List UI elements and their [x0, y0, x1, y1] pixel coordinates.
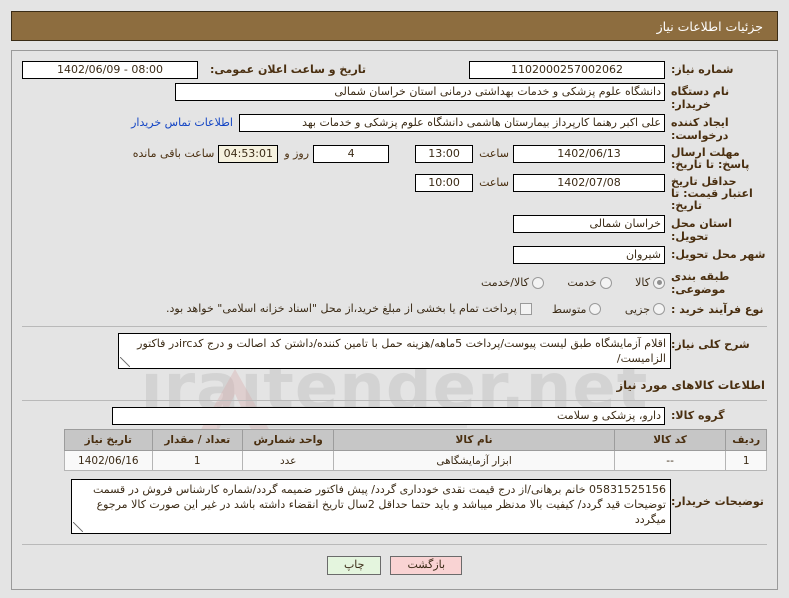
row-process-type: نوع فرآیند خرید : جزیی متوسط پرداخت تمام…	[22, 299, 767, 318]
row-buyer-notes: توضیحات خریدار: 05831525156 خانم برهانی/…	[22, 479, 767, 534]
category-radio-khedmat[interactable]	[599, 276, 612, 289]
city-label: شهر محل تحویل:	[671, 248, 766, 261]
buyer-org-label: نام دستگاه خریدار:	[671, 85, 730, 111]
category-label: طبقه بندی موضوعی:	[671, 270, 730, 296]
buyer-org-field[interactable]: دانشگاه علوم پزشکی و خدمات بهداشتی درمان…	[175, 83, 665, 101]
process-label-jozi: جزیی	[624, 302, 650, 316]
category-label-kala: کالا	[635, 276, 650, 290]
col-name: نام کالا	[333, 429, 615, 451]
process-label-motevaset: متوسط	[551, 302, 587, 316]
goods-group-label: گروه کالا:	[671, 409, 725, 422]
remaining-days-field: 4	[313, 145, 390, 163]
divider-2	[22, 400, 767, 401]
goods-table: ردیف کد کالا نام کالا واحد شمارش تعداد /…	[64, 429, 767, 471]
cell-index: 1	[725, 450, 767, 471]
resize-grip-icon[interactable]	[120, 357, 130, 367]
announce-datetime-field[interactable]: 08:00 - 1402/06/09	[22, 61, 198, 79]
price-validity-hour-field[interactable]: 10:00	[415, 174, 474, 192]
process-label: نوع فرآیند خرید :	[671, 303, 764, 316]
col-unit: واحد شمارش	[241, 429, 335, 451]
footer-actions: بازگشت چاپ	[12, 556, 777, 575]
back-button[interactable]: بازگشت	[390, 556, 463, 575]
remaining-time-field: 04:53:01	[218, 145, 279, 163]
buyer-notes-textarea[interactable]: 05831525156 خانم برهانی/از درج قیمت نقدی…	[71, 479, 671, 534]
deadline-hour-field[interactable]: 13:00	[415, 145, 474, 163]
table-header-row: ردیف کد کالا نام کالا واحد شمارش تعداد /…	[64, 429, 767, 451]
table-row: 1 -- ابزار آزمایشگاهی عدد 1 1402/06/16	[64, 450, 767, 471]
process-radio-motevaset[interactable]	[589, 303, 602, 316]
page-header: جزئیات اطلاعات نیاز	[11, 11, 778, 41]
row-need-number: شماره نیاز: 1102000257002062 تاریخ و ساع…	[22, 61, 767, 80]
remaining-time-label: ساعت باقی مانده	[132, 147, 215, 160]
province-field[interactable]: خراسان شمالی	[513, 215, 665, 233]
cell-name: ابزار آزمایشگاهی	[333, 450, 615, 471]
creator-field[interactable]: علی اکبر رهنما کارپرداز بیمارستان هاشمی …	[239, 114, 665, 132]
row-buyer-org: نام دستگاه خریدار: دانشگاه علوم پزشکی و …	[22, 83, 767, 111]
row-category: طبقه بندی موضوعی: کالا خدمت کالا/خدمت	[22, 268, 767, 296]
cell-unit: عدد	[241, 450, 335, 471]
need-number-label: شماره نیاز:	[671, 63, 734, 76]
description-text: اقلام آزمایشگاه طبق لیست پیوست/پرداخت 5م…	[137, 337, 666, 365]
divider-3	[22, 544, 767, 545]
col-quantity: تعداد / مقدار	[151, 429, 243, 451]
city-field[interactable]: شیروان	[513, 246, 665, 264]
row-province: استان محل تحویل: خراسان شمالی	[22, 215, 767, 243]
price-validity-hour-label: ساعت	[479, 176, 509, 189]
category-radio-kala-khedmat[interactable]	[531, 276, 544, 289]
treasury-checkbox[interactable]	[519, 302, 532, 315]
category-radio-kala[interactable]	[653, 276, 665, 289]
deadline-label: مهلت ارسال پاسخ: تا تاریخ:	[671, 146, 750, 171]
cell-code: --	[613, 450, 727, 471]
buyer-contact-link[interactable]: اطلاعات تماس خریدار	[131, 114, 239, 129]
row-price-validity: حداقل تاریخ اعتبار قیمت: تا تاریخ: 1402/…	[22, 174, 767, 212]
col-need-date: تاریخ نیاز	[64, 429, 153, 451]
col-index: ردیف	[725, 429, 767, 451]
announce-datetime-label: تاریخ و ساعت اعلان عمومی:	[210, 63, 367, 76]
buyer-notes-label: توضیحات خریدار:	[671, 495, 764, 508]
divider	[22, 326, 767, 327]
need-number-field[interactable]: 1102000257002062	[469, 61, 665, 79]
description-textarea[interactable]: اقلام آزمایشگاه طبق لیست پیوست/پرداخت 5م…	[118, 333, 671, 369]
creator-label: ایجاد کننده درخواست:	[671, 116, 729, 142]
cell-quantity: 1	[151, 450, 243, 471]
resize-grip-icon-2[interactable]	[73, 522, 83, 532]
cell-need-date: 1402/06/16	[64, 450, 153, 471]
province-label: استان محل تحویل:	[671, 217, 732, 243]
goods-group-field[interactable]: دارو، پزشکی و سلامت	[112, 407, 665, 425]
row-deadline: مهلت ارسال پاسخ: تا تاریخ: 1402/06/13 سا…	[22, 145, 767, 171]
price-validity-label: حداقل تاریخ اعتبار قیمت: تا تاریخ:	[671, 175, 753, 212]
deadline-hour-label: ساعت	[479, 147, 509, 160]
row-city: شهر محل تحویل: شیروان	[22, 246, 767, 265]
treasury-checkbox-label: پرداخت تمام یا بخشی از مبلغ خرید،از محل …	[166, 302, 517, 315]
process-radio-jozi[interactable]	[653, 303, 665, 316]
category-label-kala-khedmat: کالا/خدمت	[481, 276, 529, 290]
goods-section-heading: اطلاعات کالاهای مورد نیاز	[616, 378, 765, 392]
print-button[interactable]: چاپ	[326, 556, 382, 575]
row-creator: ایجاد کننده درخواست: علی اکبر رهنما کارپ…	[22, 114, 767, 142]
price-validity-date-field[interactable]: 1402/07/08	[513, 174, 665, 192]
buyer-notes-text: 05831525156 خانم برهانی/از درج قیمت نقدی…	[92, 483, 666, 526]
need-details-panel: iraitender.net شماره نیاز: 1102000257002…	[11, 50, 778, 590]
row-goods-group: گروه کالا: دارو، پزشکی و سلامت	[22, 407, 767, 426]
row-description: شرح کلی نیاز: اقلام آزمایشگاه طبق لیست پ…	[22, 333, 767, 369]
remaining-days-label: روز و	[284, 147, 310, 160]
description-label: شرح کلی نیاز:	[671, 338, 750, 351]
category-label-khedmat: خدمت	[567, 276, 597, 290]
page-title: جزئیات اطلاعات نیاز	[656, 18, 763, 34]
deadline-date-field[interactable]: 1402/06/13	[513, 145, 665, 163]
col-code: کد کالا	[613, 429, 727, 451]
